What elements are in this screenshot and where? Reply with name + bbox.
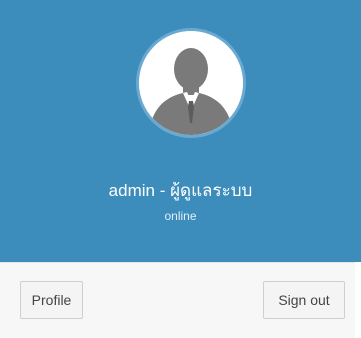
user-status: online <box>164 209 197 223</box>
panel-edge <box>355 262 361 338</box>
user-header: admin - ผู้ดูแลระบบ online <box>0 0 361 262</box>
user-footer: Profile Sign out <box>0 262 361 338</box>
user-silhouette-icon <box>139 31 243 135</box>
user-menu-panel: admin - ผู้ดูแลระบบ online Profile Sign … <box>0 0 361 338</box>
user-name: admin - ผู้ดูแลระบบ <box>108 181 253 200</box>
profile-button[interactable]: Profile <box>20 281 83 319</box>
sign-out-button[interactable]: Sign out <box>263 281 345 319</box>
avatar <box>136 28 246 138</box>
